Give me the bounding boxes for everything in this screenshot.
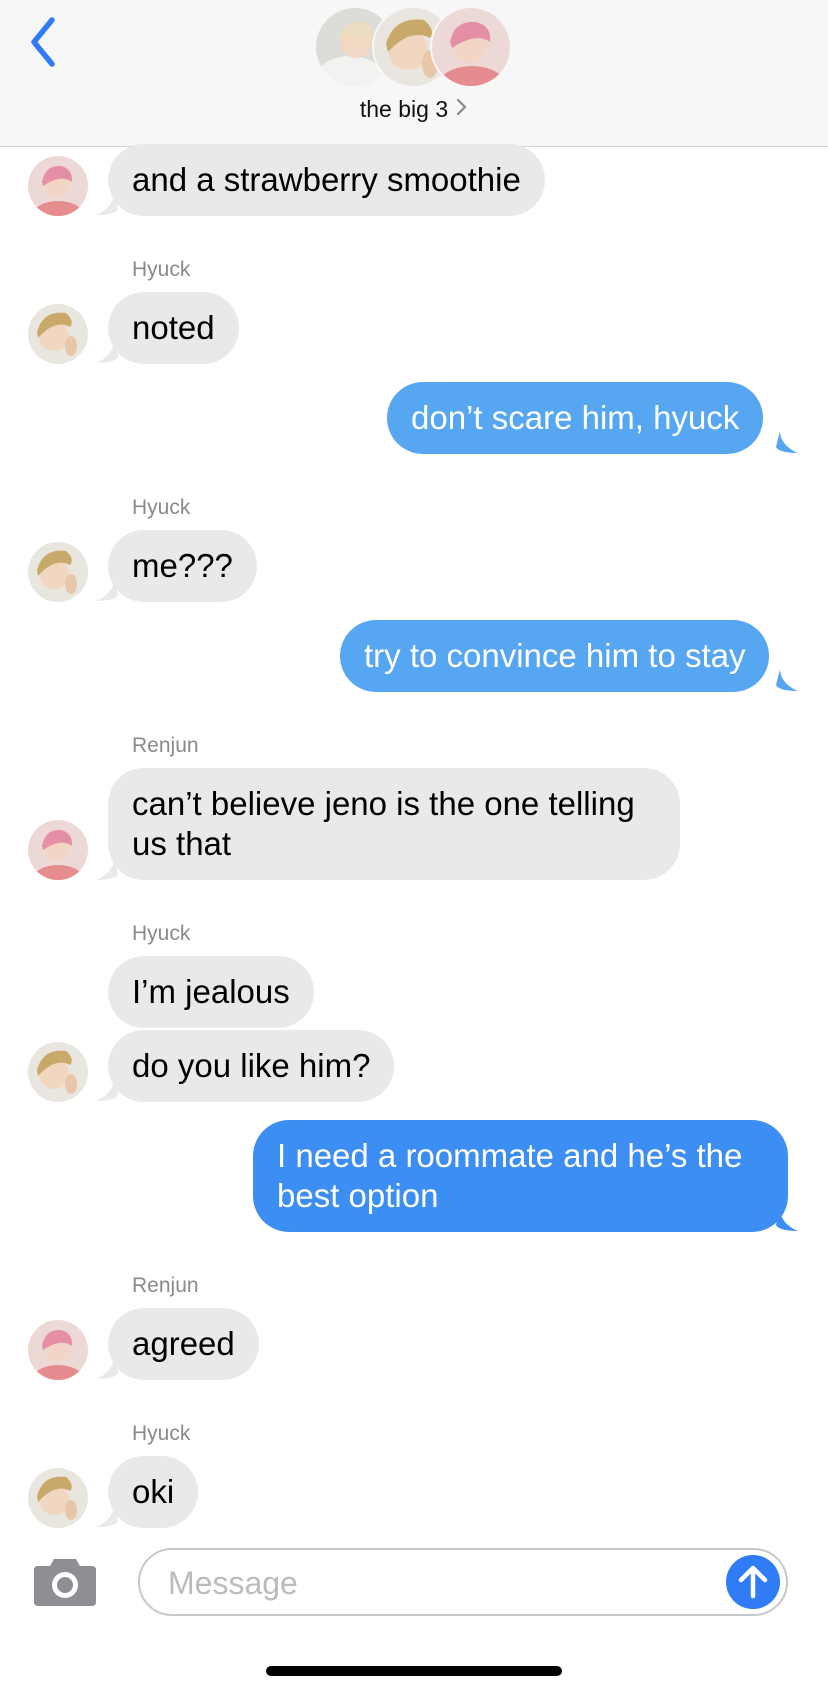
home-indicator[interactable] bbox=[266, 1666, 562, 1676]
sender-name: Hyuck bbox=[132, 922, 191, 945]
back-button[interactable] bbox=[22, 12, 72, 72]
camera-icon bbox=[34, 1559, 96, 1606]
sender-name: Renjun bbox=[132, 1274, 199, 1297]
avatar-hyuck[interactable] bbox=[28, 1042, 88, 1102]
message-text: me??? bbox=[132, 547, 233, 584]
conversation-title-button[interactable]: the big 3 bbox=[0, 96, 828, 124]
message-bubble-incoming[interactable]: oki bbox=[108, 1456, 199, 1528]
message-text: can’t believe jeno is the one telling us… bbox=[132, 785, 635, 862]
message-bubble-incoming[interactable]: do you like him? bbox=[108, 1030, 395, 1102]
message-text: noted bbox=[132, 309, 215, 346]
send-button[interactable] bbox=[726, 1555, 780, 1609]
arrow-up-icon bbox=[738, 1565, 768, 1599]
avatar-renjun[interactable] bbox=[28, 820, 88, 880]
message-text: and a strawberry smoothie bbox=[132, 161, 521, 198]
bubble-tail bbox=[776, 431, 798, 453]
chevron-right-icon bbox=[456, 95, 468, 122]
message-text: try to convince him to stay bbox=[364, 637, 746, 674]
sender-name: Renjun bbox=[132, 734, 199, 757]
message-text: I need a roommate and he’s the best opti… bbox=[277, 1137, 743, 1214]
message-input[interactable] bbox=[166, 1550, 690, 1616]
message-text: I’m jealous bbox=[132, 973, 290, 1010]
message-text: agreed bbox=[132, 1325, 235, 1362]
avatar-hyuck[interactable] bbox=[28, 1468, 88, 1528]
chevron-left-icon bbox=[31, 17, 55, 67]
avatar-hyuck[interactable] bbox=[28, 304, 88, 364]
sender-name: Hyuck bbox=[132, 496, 191, 519]
sender-name: Hyuck bbox=[132, 258, 191, 281]
message-text: oki bbox=[132, 1473, 175, 1510]
message-bubble-incoming[interactable]: agreed bbox=[108, 1308, 259, 1380]
message-bubble-outgoing[interactable]: try to convince him to stay bbox=[340, 620, 770, 692]
message-bubble-outgoing[interactable]: don’t scare him, hyuck bbox=[387, 382, 764, 454]
message-bubble-outgoing[interactable]: I need a roommate and he’s the best opti… bbox=[253, 1120, 788, 1232]
avatar-hyuck[interactable] bbox=[28, 542, 88, 602]
avatar-member-3 bbox=[430, 6, 512, 88]
message-text: don’t scare him, hyuck bbox=[411, 399, 740, 436]
avatar-renjun[interactable] bbox=[28, 1320, 88, 1380]
message-bubble-incoming[interactable]: can’t believe jeno is the one telling us… bbox=[108, 768, 680, 880]
message-bubble-incoming[interactable]: noted bbox=[108, 292, 239, 364]
sender-name: Hyuck bbox=[132, 1422, 191, 1445]
message-text: do you like him? bbox=[132, 1047, 371, 1084]
bubble-tail bbox=[776, 669, 798, 691]
conversation-title: the big 3 bbox=[359, 96, 449, 122]
message-bubble-incoming[interactable]: I’m jealous bbox=[108, 956, 314, 1028]
message-input-container bbox=[138, 1548, 788, 1616]
message-bubble-incoming[interactable]: me??? bbox=[108, 530, 257, 602]
group-avatars[interactable] bbox=[314, 6, 514, 88]
camera-button[interactable] bbox=[32, 1556, 98, 1608]
conversation-header: the big 3 bbox=[0, 0, 828, 147]
avatar-renjun[interactable] bbox=[28, 156, 88, 216]
message-bubble-incoming[interactable]: and a strawberry smoothie bbox=[108, 144, 545, 216]
